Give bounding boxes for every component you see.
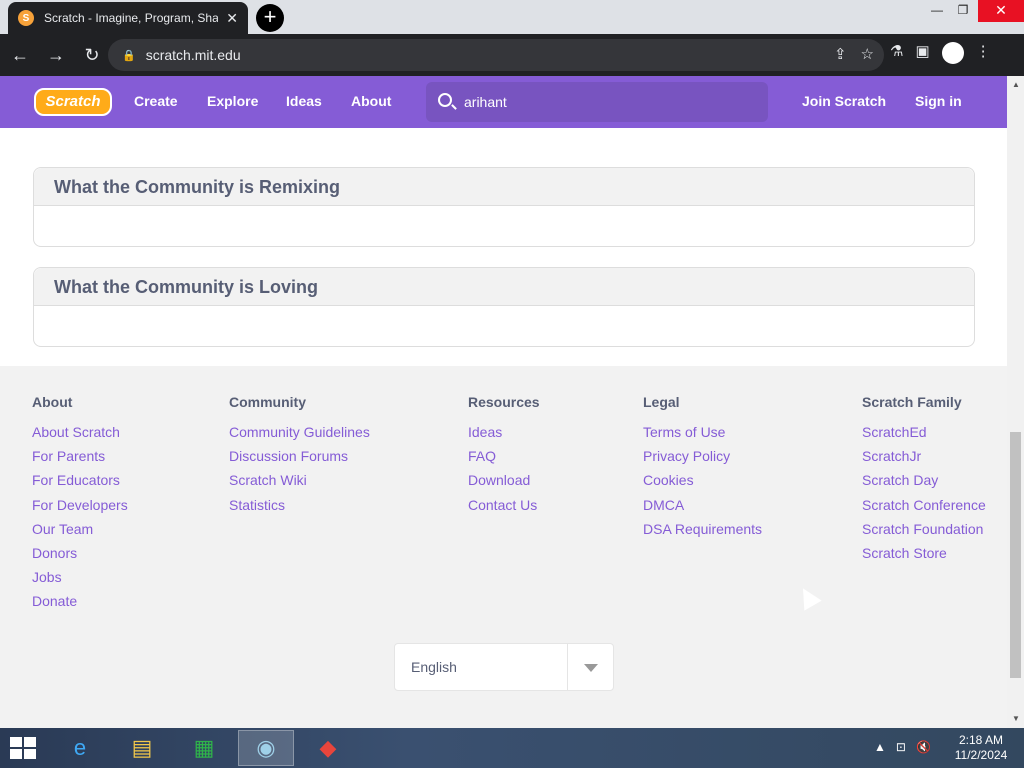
scratch-favicon-icon: S — [18, 10, 34, 26]
clock-time: 2:18 AM — [958, 733, 1004, 747]
footer-link[interactable]: Statistics — [229, 497, 370, 521]
footer-link[interactable]: For Developers — [32, 497, 128, 521]
footer-link[interactable]: Terms of Use — [643, 424, 762, 448]
share-icon[interactable]: ⇪ — [834, 45, 847, 63]
footer-link[interactable]: Cookies — [643, 472, 762, 496]
bookmark-star-icon[interactable]: ☆ — [861, 45, 874, 63]
footer-column-community: Community Community Guidelines Discussio… — [229, 394, 370, 521]
footer-link[interactable]: ScratchJr — [862, 448, 986, 472]
remixing-section: What the Community is Remixing — [33, 167, 975, 247]
browser-tab[interactable]: S Scratch - Imagine, Program, Sha ✕ — [8, 2, 248, 34]
footer-link[interactable]: FAQ — [468, 448, 540, 472]
lock-icon[interactable]: 🔒 — [122, 49, 136, 62]
store-icon[interactable]: ▦ — [176, 730, 232, 766]
footer-link[interactable]: Our Team — [32, 521, 128, 545]
footer-column-legal: Legal Terms of Use Privacy Policy Cookie… — [643, 394, 762, 545]
page-scrollbar[interactable]: ▲ ▼ — [1007, 76, 1024, 728]
footer-link[interactable]: Contact Us — [468, 497, 540, 521]
scroll-down-icon[interactable]: ▼ — [1012, 714, 1020, 723]
footer-link[interactable]: DSA Requirements — [643, 521, 762, 545]
footer-column-about: About About Scratch For Parents For Educ… — [32, 394, 128, 618]
footer-link[interactable]: Scratch Foundation — [862, 521, 986, 545]
nav-about-link[interactable]: About — [351, 93, 391, 109]
footer-link[interactable]: Donate — [32, 593, 128, 617]
internet-explorer-icon[interactable]: e — [52, 730, 108, 766]
search-input[interactable] — [464, 90, 754, 114]
footer-heading: Community — [229, 394, 306, 410]
reload-icon[interactable]: ↻ — [76, 39, 108, 71]
profile-avatar-icon[interactable] — [941, 42, 964, 64]
footer-link[interactable]: DMCA — [643, 497, 762, 521]
footer-link[interactable]: Scratch Store — [862, 545, 986, 569]
footer-link[interactable]: Community Guidelines — [229, 424, 370, 448]
close-tab-icon[interactable]: ✕ — [226, 10, 238, 27]
footer-column-scratch-family: Scratch Family ScratchEd ScratchJr Scrat… — [862, 394, 986, 569]
footer-link[interactable]: Discussion Forums — [229, 448, 370, 472]
footer-link[interactable]: Download — [468, 472, 540, 496]
url-text: scratch.mit.edu — [145, 47, 241, 63]
new-tab-button[interactable]: + — [256, 4, 284, 32]
nav-explore-link[interactable]: Explore — [207, 93, 258, 109]
volume-muted-icon[interactable]: 🔇 — [916, 740, 931, 754]
scroll-up-icon[interactable]: ▲ — [1012, 80, 1020, 89]
menu-kebab-icon[interactable]: ⋮ — [976, 42, 991, 64]
clock-date: 11/2/2024 — [954, 748, 1008, 762]
language-value: English — [411, 659, 457, 675]
close-window-button[interactable]: ✕ — [978, 0, 1024, 22]
footer-heading: Legal — [643, 394, 680, 410]
footer-link[interactable]: Donors — [32, 545, 128, 569]
scrollbar-thumb[interactable] — [1010, 432, 1021, 678]
app-taskbar-icon[interactable]: ◆ — [300, 730, 356, 766]
file-explorer-icon[interactable]: ▤ — [114, 730, 170, 766]
footer-link[interactable]: Jobs — [32, 569, 128, 593]
footer-link[interactable]: Scratch Wiki — [229, 472, 370, 496]
taskbar-clock[interactable]: 2:18 AM 11/2/2024 — [950, 733, 1012, 763]
footer-link[interactable]: For Parents — [32, 448, 128, 472]
section-title: What the Community is Loving — [34, 268, 974, 306]
address-bar[interactable]: 🔒 scratch.mit.edu ⇪ ☆ — [108, 39, 884, 71]
side-panel-icon[interactable]: ▣ — [915, 42, 929, 64]
browser-tab-strip: S Scratch - Imagine, Program, Sha ✕ + — … — [0, 0, 1024, 34]
footer-link[interactable]: For Educators — [32, 472, 128, 496]
sign-in-link[interactable]: Sign in — [915, 93, 962, 109]
back-icon[interactable]: ← — [4, 39, 36, 71]
system-tray: ▲ ⊡ 🔇 — [874, 740, 931, 754]
site-footer: About About Scratch For Parents For Educ… — [0, 366, 1007, 728]
search-icon — [438, 93, 452, 107]
browser-toolbar: ← → ↻ 🔒 scratch.mit.edu ⇪ ☆ ⚗ ▣ ⋮ — [0, 34, 1024, 76]
restore-window-button[interactable]: ❐ — [948, 0, 978, 22]
chrome-taskbar-icon[interactable]: ◉ — [238, 730, 294, 766]
scratch-logo[interactable]: Scratch — [34, 88, 112, 116]
loving-section: What the Community is Loving — [33, 267, 975, 347]
footer-link[interactable]: Scratch Conference — [862, 497, 986, 521]
footer-heading: Resources — [468, 394, 540, 410]
language-select[interactable]: English — [394, 643, 614, 691]
footer-link[interactable]: ScratchEd — [862, 424, 986, 448]
main-content: What the Community is Remixing What the … — [0, 128, 1007, 366]
footer-link[interactable]: Privacy Policy — [643, 448, 762, 472]
section-title: What the Community is Remixing — [34, 168, 974, 206]
footer-column-resources: Resources Ideas FAQ Download Contact Us — [468, 394, 540, 521]
join-scratch-link[interactable]: Join Scratch — [802, 93, 886, 109]
footer-heading: About — [32, 394, 73, 410]
network-icon[interactable]: ⊡ — [896, 740, 906, 754]
footer-link[interactable]: About Scratch — [32, 424, 128, 448]
nav-ideas-link[interactable]: Ideas — [286, 93, 322, 109]
forward-icon[interactable]: → — [40, 39, 72, 71]
footer-link[interactable]: Scratch Day — [862, 472, 986, 496]
tray-expand-icon[interactable]: ▲ — [874, 740, 886, 754]
tab-title: Scratch - Imagine, Program, Sha — [44, 11, 219, 25]
windows-start-icon[interactable] — [10, 737, 36, 759]
footer-heading: Scratch Family — [862, 394, 962, 410]
extensions-icon[interactable]: ⚗ — [890, 42, 903, 64]
footer-link[interactable]: Ideas — [468, 424, 540, 448]
chevron-down-icon[interactable] — [567, 644, 614, 690]
search-box[interactable] — [426, 82, 768, 122]
nav-create-link[interactable]: Create — [134, 93, 178, 109]
windows-taskbar: e ▤ ▦ ◉ ◆ ▲ ⊡ 🔇 2:18 AM 11/2/2024 — [0, 728, 1024, 768]
